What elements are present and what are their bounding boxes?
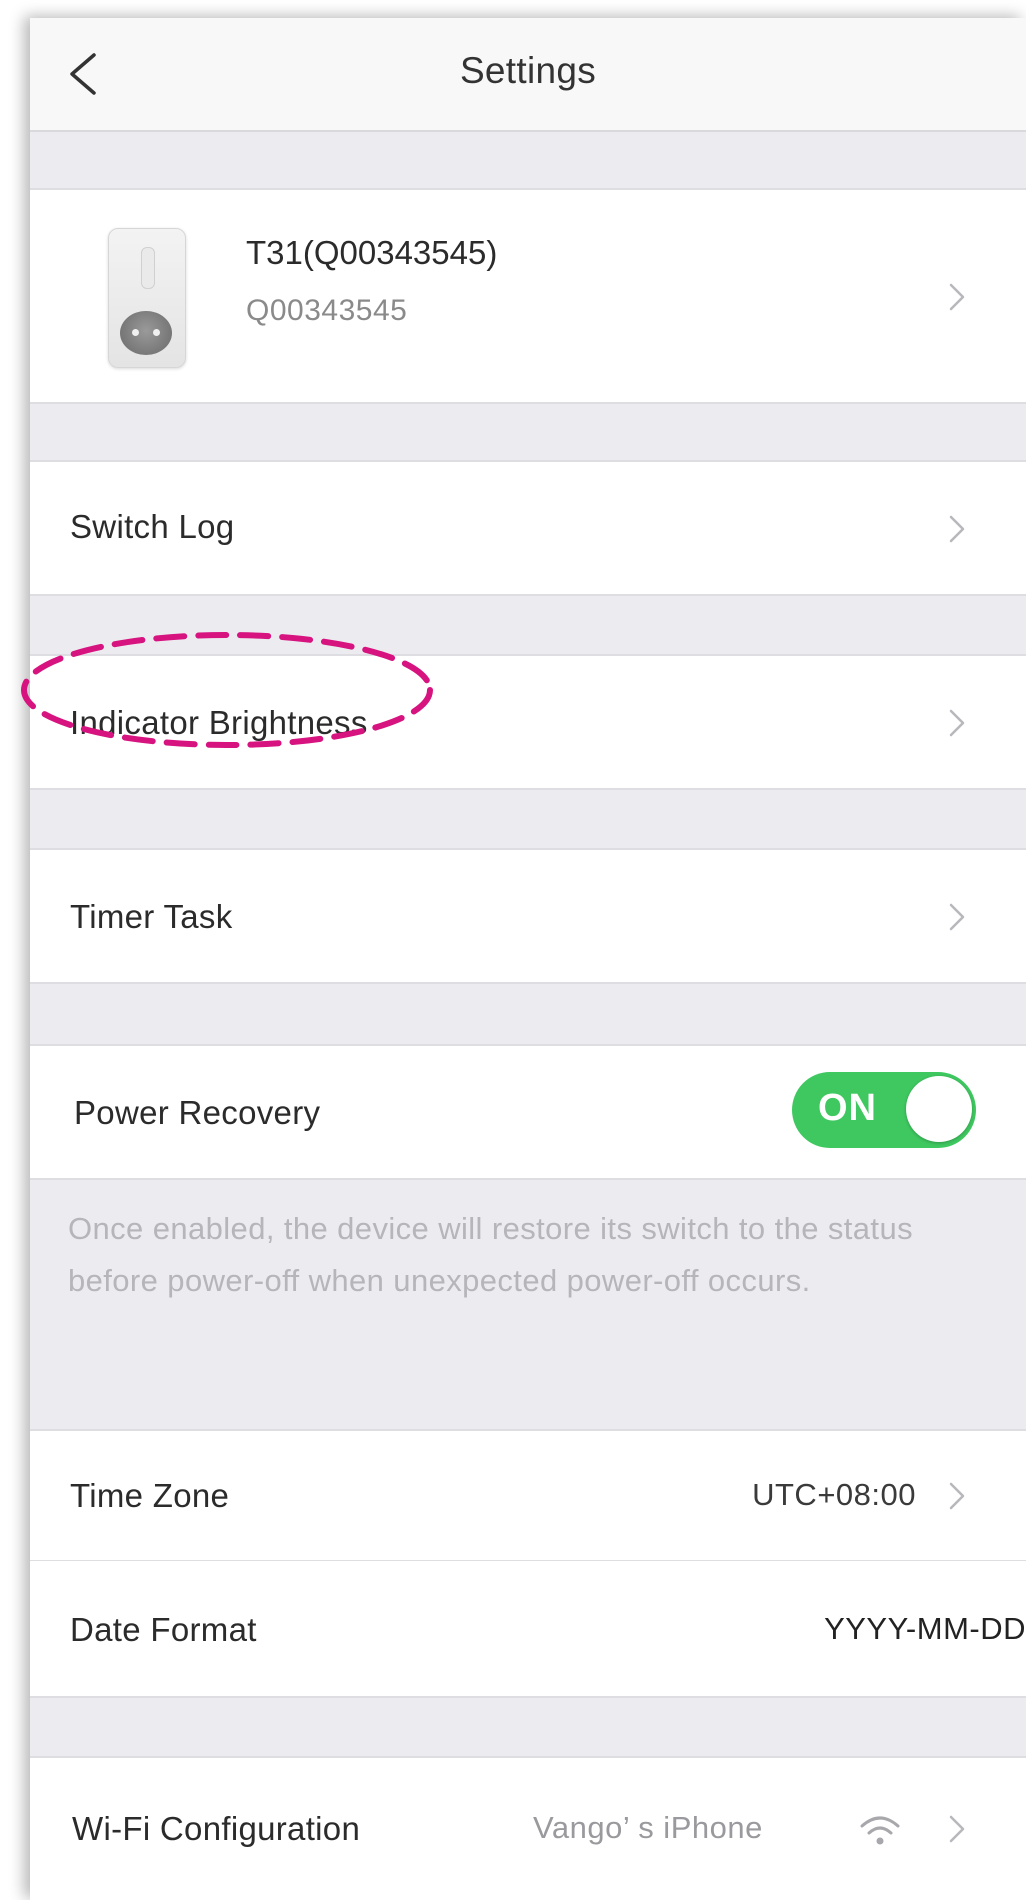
- smart-plug-image: [108, 228, 186, 368]
- toggle-state-label: ON: [818, 1087, 877, 1129]
- power-recovery-toggle[interactable]: ON: [792, 1072, 976, 1148]
- chevron-right-icon: [949, 1482, 965, 1510]
- device-id: Q00343545: [246, 294, 408, 327]
- time-zone-row[interactable]: Time Zone UTC+08:00: [30, 1429, 1026, 1561]
- timer-task-label: Timer Task: [70, 898, 233, 935]
- timer-task-row[interactable]: Timer Task: [30, 848, 1026, 984]
- device-row[interactable]: T31(Q00343545) Q00343545: [30, 188, 1026, 404]
- device-name: T31(Q00343545): [246, 234, 498, 271]
- chevron-right-icon: [949, 283, 965, 311]
- wifi-icon: [860, 1816, 900, 1845]
- switch-log-row[interactable]: Switch Log: [30, 460, 1026, 596]
- settings-screen: Settings T31(Q00343545) Q00343545 Switch…: [30, 18, 1026, 1900]
- date-format-label: Date Format: [70, 1611, 257, 1648]
- wifi-network-name: Vango’ s iPhone: [533, 1810, 763, 1845]
- time-zone-value: UTC+08:00: [752, 1477, 916, 1512]
- chevron-right-icon: [949, 709, 965, 737]
- power-recovery-description: Once enabled, the device will restore it…: [68, 1211, 913, 1298]
- app-frame: Settings T31(Q00343545) Q00343545 Switch…: [0, 0, 1026, 1900]
- wifi-configuration-row[interactable]: Wi-Fi Configuration Vango’ s iPhone: [30, 1756, 1026, 1900]
- device-led: [141, 247, 155, 289]
- power-recovery-label: Power Recovery: [74, 1094, 321, 1131]
- chevron-right-icon: [949, 903, 965, 931]
- chevron-right-icon: [949, 515, 965, 543]
- page-title: Settings: [459, 50, 597, 91]
- time-zone-label: Time Zone: [70, 1477, 230, 1514]
- chevron-right-icon: [949, 1815, 965, 1843]
- power-recovery-row: Power Recovery ON: [30, 1044, 1026, 1180]
- device-socket: [120, 311, 172, 355]
- date-format-row[interactable]: Date Format YYYY-MM-DD: [30, 1560, 1026, 1698]
- toggle-knob: [906, 1076, 972, 1142]
- highlight-annotation: [21, 632, 433, 748]
- switch-log-label: Switch Log: [70, 508, 235, 545]
- date-format-value: YYYY-MM-DD: [824, 1611, 1026, 1646]
- nav-bar: Settings: [30, 18, 1026, 132]
- wifi-configuration-label: Wi-Fi Configuration: [72, 1810, 361, 1847]
